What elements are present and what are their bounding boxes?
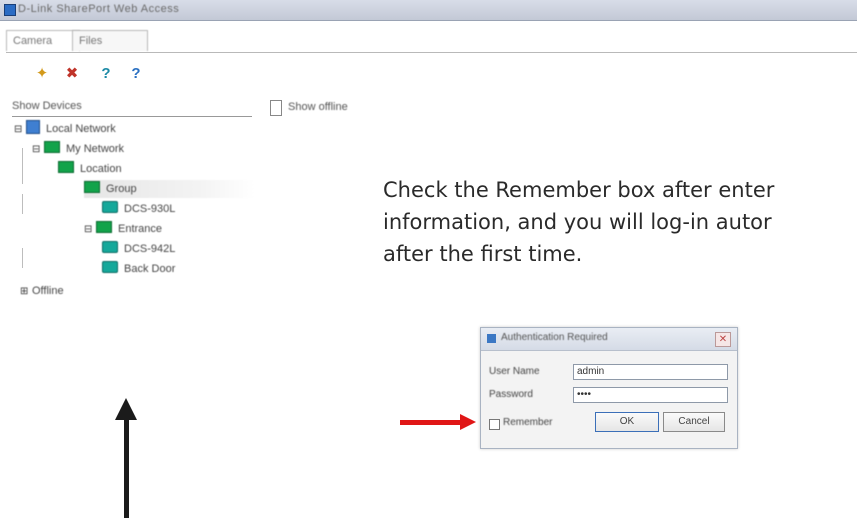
collapse-icon[interactable]: ⊟ [14,121,22,139]
login-dialog: Authentication Required ✕ User Name admi… [480,327,738,449]
tree-node-entrance[interactable]: ⊟ Entrance [84,220,162,238]
camera-icon [102,201,118,213]
filter-label: Show Devices [12,100,82,112]
expand-icon[interactable]: ⊞ [20,283,28,301]
help-icon[interactable]: ? [98,64,114,84]
annotation-arrow-shaft [124,418,129,518]
tree-node-location[interactable]: Location [58,160,122,178]
info-icon[interactable]: ? [128,64,144,84]
tree-node-label: Location [80,163,122,175]
filter-row: Show Devices Show offline [12,100,392,118]
window-title: D-Link SharePort Web Access [18,3,180,15]
delete-icon[interactable]: ✖ [64,64,80,84]
dialog-title: Authentication Required [501,332,608,343]
tree-node-label: DCS-930L [124,203,176,215]
annotation-arrow-up-icon [115,398,137,420]
tree-node-camera[interactable]: Back Door [102,260,175,278]
instruction-text: Check the Remember box after enter infor… [383,178,775,266]
tree-guide-line [22,248,23,268]
username-field[interactable]: admin [573,364,728,380]
tab-camera[interactable]: Camera [6,30,80,51]
tree-node-camera[interactable]: DCS-930L [102,200,175,218]
camera-icon [102,261,118,273]
tree-node-camera[interactable]: DCS-942L [102,240,175,258]
tree-node-my-network[interactable]: ⊟ My Network [32,140,124,158]
password-field[interactable]: •••• [573,387,728,403]
show-offline-label: Show offline [288,101,348,113]
tree-node-label: My Network [66,143,125,155]
camera-icon [102,241,118,253]
close-icon[interactable]: ✕ [715,332,731,347]
tab-bar: Camera Files [6,30,857,53]
annotation-red-arrow-icon [460,414,476,430]
tab-files[interactable]: Files [72,30,148,51]
ok-button[interactable]: OK [595,412,659,432]
tree-node-group[interactable]: Group [84,180,254,198]
dialog-titlebar: Authentication Required ✕ [481,328,737,351]
tree-guide-line [22,148,23,184]
folder-icon[interactable]: ✦ [34,64,50,84]
remember-label: Remember [503,417,553,428]
tree-guide-line [22,194,23,214]
window-titlebar: D-Link SharePort Web Access [0,0,857,21]
cancel-button[interactable]: Cancel [663,412,725,432]
dialog-app-icon [487,334,496,343]
tree-node-label: Group [106,183,137,195]
username-label: User Name [489,366,540,377]
show-offline-checkbox[interactable] [270,100,282,116]
annotation-red-arrow-shaft [400,420,462,425]
tree-node-label: DCS-942L [124,243,176,255]
network-icon [26,120,40,134]
filter-underline [12,116,252,117]
folder-icon [84,181,100,193]
collapse-icon[interactable]: ⊟ [84,221,92,239]
folder-icon [44,141,60,153]
tree-node-label: Entrance [118,223,163,235]
tree-node-label: Offline [32,285,64,297]
tree-root[interactable]: ⊟ Local Network [14,120,116,138]
folder-icon [96,221,112,233]
tree-node-label: Back Door [124,263,176,275]
tree-node-offline[interactable]: ⊞ Offline [20,282,64,300]
tree-root-label: Local Network [46,123,116,135]
collapse-icon[interactable]: ⊟ [32,141,40,159]
remember-checkbox[interactable] [489,419,500,430]
password-label: Password [489,389,533,400]
app-icon [4,4,16,16]
folder-icon [58,161,74,173]
